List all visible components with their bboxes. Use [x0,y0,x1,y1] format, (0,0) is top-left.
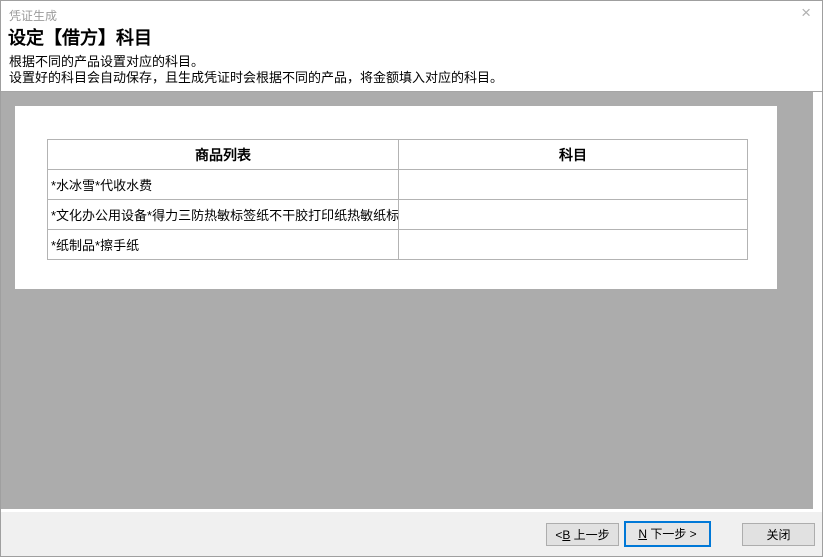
table-row: *文化办公用设备*得力三防热敏标签纸不干胶打印纸热敏纸标签纸 [48,200,748,230]
subject-cell[interactable] [399,170,748,200]
content-area: 商品列表 科目 *水冰雪*代收水费 *文化办公用设备*得力三防热敏标签纸不干胶打… [1,92,813,509]
close-button[interactable]: 关闭 [742,523,815,546]
next-button-label: 下一步 > [647,527,697,541]
next-button[interactable]: N 下一步 > [624,521,711,547]
table-row: *水冰雪*代收水费 [48,170,748,200]
next-button-accesskey: N [638,527,647,541]
dialog-footer: <B 上一步 N 下一步 > 关闭 [1,512,822,556]
column-header-products: 商品列表 [48,140,399,170]
description-line-1: 根据不同的产品设置对应的科目。 [9,54,204,69]
column-header-subject: 科目 [399,140,748,170]
voucher-generation-dialog: 凭证生成 × 设定【借方】科目 根据不同的产品设置对应的科目。 设置好的科目会自… [0,0,823,557]
product-cell: *纸制品*擦手纸 [48,230,399,260]
back-button-label: 上一步 [570,528,609,542]
description-line-2: 设置好的科目会自动保存，且生成凭证时会根据不同的产品，将金额填入对应的科目。 [9,70,503,85]
back-button[interactable]: <B 上一步 [546,523,619,546]
close-icon[interactable]: × [801,4,811,21]
dialog-header: 凭证生成 × 设定【借方】科目 根据不同的产品设置对应的科目。 设置好的科目会自… [1,1,822,92]
white-panel: 商品列表 科目 *水冰雪*代收水费 *文化办公用设备*得力三防热敏标签纸不干胶打… [15,106,777,289]
product-cell: *文化办公用设备*得力三防热敏标签纸不干胶打印纸热敏纸标签纸 [48,200,399,230]
dialog-title: 凭证生成 [9,7,57,24]
product-cell: *水冰雪*代收水费 [48,170,399,200]
table-row: *纸制品*擦手纸 [48,230,748,260]
subject-cell[interactable] [399,230,748,260]
page-title: 设定【借方】科目 [8,27,152,49]
products-subjects-table: 商品列表 科目 *水冰雪*代收水费 *文化办公用设备*得力三防热敏标签纸不干胶打… [47,139,748,260]
table-header-row: 商品列表 科目 [48,140,748,170]
subject-cell[interactable] [399,200,748,230]
